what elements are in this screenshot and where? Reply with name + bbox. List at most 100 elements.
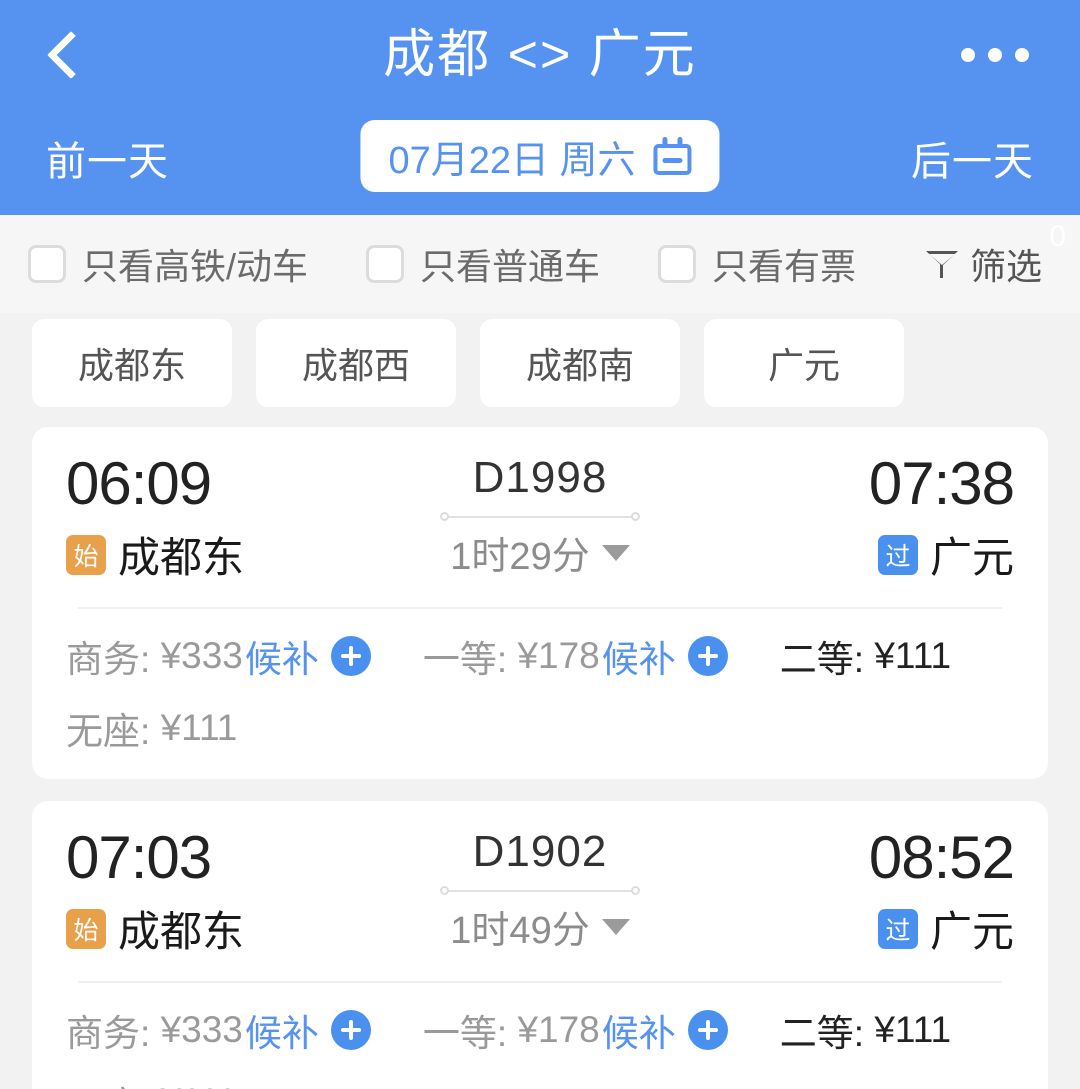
more-horizontal-icon [988, 48, 1002, 62]
departure-station-line: 始 成都东 [66, 898, 356, 959]
date-picker-button[interactable]: 07月22日 周六 [360, 120, 720, 192]
chevron-left-icon [46, 30, 96, 80]
seat-price: ¥111 [874, 1009, 952, 1050]
start-station-badge: 始 [66, 534, 106, 575]
filter-checkbox-normal[interactable]: 只看普通车 [366, 238, 600, 290]
seat-price: ¥178 [517, 635, 600, 676]
route-connector [440, 885, 640, 897]
train-card-header: 06:09 始 成都东 D1998 1时29分 07:38 过 广元 [66, 449, 1015, 585]
departure-block: 07:03 始 成都东 [66, 823, 356, 959]
station-chip-chengdudong[interactable]: 成都东 [32, 319, 232, 407]
station-filter-row: 成都东 成都西 成都南 广元 [0, 313, 1080, 427]
departure-station-name: 成都东 [118, 908, 245, 955]
price-section: 商务: ¥333候补 一等: ¥178候补 二等: ¥111 无座: ¥111 [66, 1003, 1014, 1089]
waitlist-label: 候补 [601, 639, 676, 680]
route-connector [440, 511, 640, 523]
duration-toggle[interactable]: 1时49分 [450, 899, 630, 954]
train-list: 06:09 始 成都东 D1998 1时29分 07:38 过 广元 商务: ¥… [0, 427, 1080, 1089]
waitlist-label: 候补 [244, 639, 319, 680]
seat-price: ¥111 [160, 707, 238, 748]
price-item-standing[interactable]: 无座: ¥111 [66, 1075, 237, 1089]
price-row: 无座: ¥111 [66, 1075, 1014, 1089]
seat-price: ¥178 [517, 1009, 600, 1050]
selected-date-label: 07月22日 周六 [388, 139, 636, 182]
train-card-header: 07:03 始 成都东 D1902 1时49分 08:52 过 广元 [66, 823, 1015, 959]
train-number: D1998 [472, 453, 608, 502]
price-section: 商务: ¥333候补 一等: ¥178候补 二等: ¥111 无座: ¥111 [66, 629, 1014, 761]
seat-class-label: 一等: [422, 639, 508, 680]
checkbox-icon[interactable] [366, 245, 405, 283]
price-item-first[interactable]: 一等: ¥178 候补 [423, 629, 728, 683]
station-chip-chengduxi[interactable]: 成都西 [256, 319, 456, 407]
add-waitlist-button[interactable] [330, 636, 371, 676]
arrival-station-name: 广元 [929, 908, 1014, 955]
price-item-business[interactable]: 商务: ¥333 候补 [66, 629, 371, 683]
seat-price: ¥111 [161, 1081, 238, 1089]
train-card[interactable]: 06:09 始 成都东 D1998 1时29分 07:38 过 广元 商务: ¥… [32, 427, 1048, 779]
departure-block: 06:09 始 成都东 [66, 449, 356, 585]
trip-duration: 1时49分 [450, 910, 590, 952]
filter-bar: 只看高铁/动车 只看普通车 只看有票 筛选 0 [0, 215, 1080, 313]
arrival-block: 07:38 过 广元 [724, 449, 1015, 585]
filter-label: 只看普通车 [420, 246, 601, 287]
seat-class-label: 商务: [66, 1013, 151, 1054]
station-chip-chengdunan[interactable]: 成都南 [480, 319, 680, 407]
price-item-standing[interactable]: 无座: ¥111 [66, 701, 237, 755]
price-item-second[interactable]: 二等: ¥111 [780, 629, 951, 683]
station-chip-guangyuan[interactable]: 广元 [704, 319, 904, 407]
checkbox-icon[interactable] [28, 245, 66, 283]
seat-price: ¥111 [874, 635, 952, 676]
seat-class-label: 二等: [779, 1013, 865, 1054]
departure-time: 06:09 [66, 450, 212, 517]
checkbox-icon[interactable] [658, 245, 697, 283]
seat-class-label: 无座: [66, 711, 151, 752]
seat-class-label: 二等: [779, 639, 865, 680]
navigation-bar: 成都 <> 广元 [0, 0, 1080, 110]
seat-class-label: 商务: [66, 639, 151, 680]
price-item-business[interactable]: 商务: ¥333 候补 [66, 1003, 371, 1057]
card-divider [78, 981, 1002, 983]
page-title: 成都 <> 广元 [383, 26, 697, 84]
arrival-station-name: 广元 [929, 534, 1014, 581]
card-divider [78, 607, 1002, 609]
filter-label: 只看高铁/动车 [82, 246, 309, 287]
train-number: D1902 [472, 827, 608, 876]
filter-checkbox-available[interactable]: 只看有票 [658, 238, 856, 290]
back-button[interactable] [40, 20, 110, 90]
arrival-station-line: 过 广元 [724, 524, 1014, 585]
chevron-down-icon [601, 918, 630, 935]
price-item-first[interactable]: 一等: ¥178 候补 [423, 1003, 728, 1057]
add-waitlist-button[interactable] [687, 636, 728, 676]
trip-duration: 1时29分 [450, 536, 590, 578]
arrival-block: 08:52 过 广元 [724, 823, 1015, 959]
add-waitlist-button[interactable] [330, 1010, 371, 1050]
waitlist-label: 候补 [244, 1013, 319, 1054]
pass-station-badge: 过 [877, 908, 918, 949]
train-info-block: D1902 1时49分 [356, 823, 724, 954]
price-row: 商务: ¥333 候补 一等: ¥178 候补 二等: ¥111 [66, 629, 1014, 683]
price-item-second[interactable]: 二等: ¥111 [780, 1003, 951, 1057]
duration-toggle[interactable]: 1时29分 [450, 525, 630, 580]
more-options-button[interactable] [950, 25, 1040, 85]
seat-price: ¥333 [160, 635, 243, 676]
app-header: 成都 <> 广元 前一天 07月22日 周六 后一天 [0, 0, 1080, 215]
price-row: 商务: ¥333 候补 一等: ¥178 候补 二等: ¥111 [66, 1003, 1014, 1057]
next-day-button[interactable]: 后一天 [901, 123, 1044, 193]
more-horizontal-icon [961, 48, 975, 62]
filter-label: 只看有票 [712, 246, 857, 287]
price-row: 无座: ¥111 [66, 701, 1014, 755]
previous-day-button[interactable]: 前一天 [36, 123, 179, 193]
train-info-block: D1998 1时29分 [356, 449, 724, 580]
add-waitlist-button[interactable] [687, 1010, 728, 1050]
train-card[interactable]: 07:03 始 成都东 D1902 1时49分 08:52 过 广元 商务: ¥… [32, 801, 1048, 1089]
arrival-station-line: 过 广元 [724, 898, 1014, 959]
filter-button[interactable]: 筛选 0 [925, 220, 1066, 290]
departure-station-line: 始 成都东 [66, 524, 356, 585]
date-navigation-bar: 前一天 07月22日 周六 后一天 [0, 110, 1080, 215]
filter-checkbox-highspeed[interactable]: 只看高铁/动车 [28, 238, 308, 290]
departure-station-name: 成都东 [118, 534, 245, 581]
departure-time: 07:03 [66, 824, 212, 891]
waitlist-label: 候补 [601, 1013, 676, 1054]
seat-class-label: 无座: [66, 1075, 150, 1089]
chevron-down-icon [601, 544, 630, 561]
